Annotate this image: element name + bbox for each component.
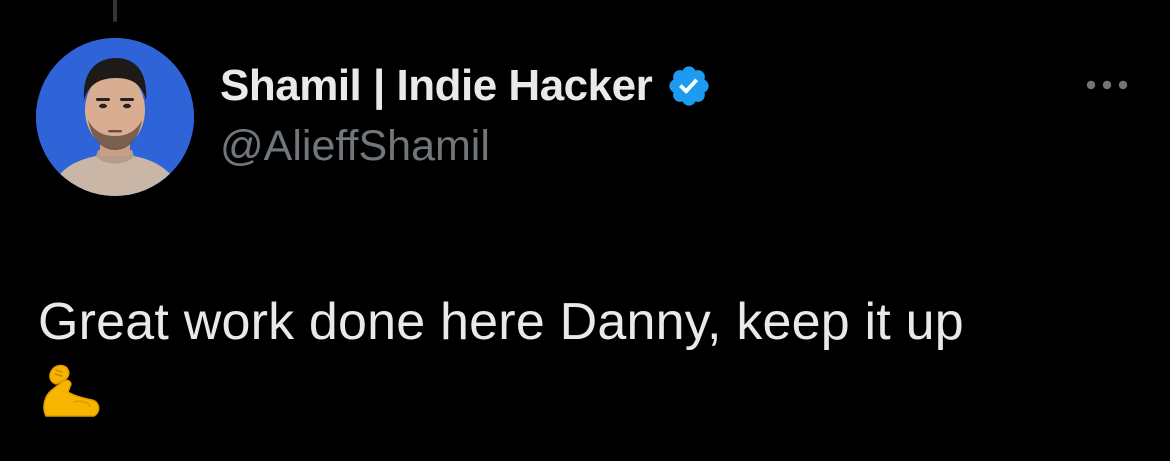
more-options-button[interactable]: [1080, 70, 1134, 100]
avatar-photo: [36, 38, 194, 196]
author-name-row: Shamil | Indie Hacker: [220, 58, 712, 114]
tweet-body: Great work done here Danny, keep it up: [38, 286, 1138, 426]
display-name[interactable]: Shamil | Indie Hacker: [220, 61, 653, 111]
thread-connector-line: [113, 0, 117, 22]
tweet[interactable]: Shamil | Indie Hacker @AlieffShamil Grea…: [0, 0, 1170, 461]
tweet-text: Great work done here Danny, keep it up: [38, 293, 964, 351]
author-handle[interactable]: @AlieffShamil: [220, 122, 490, 171]
more-options-icon: [1086, 80, 1128, 90]
verified-badge-icon[interactable]: [666, 63, 712, 109]
flexed-biceps-emoji-icon: [38, 360, 104, 426]
avatar[interactable]: [36, 38, 194, 196]
